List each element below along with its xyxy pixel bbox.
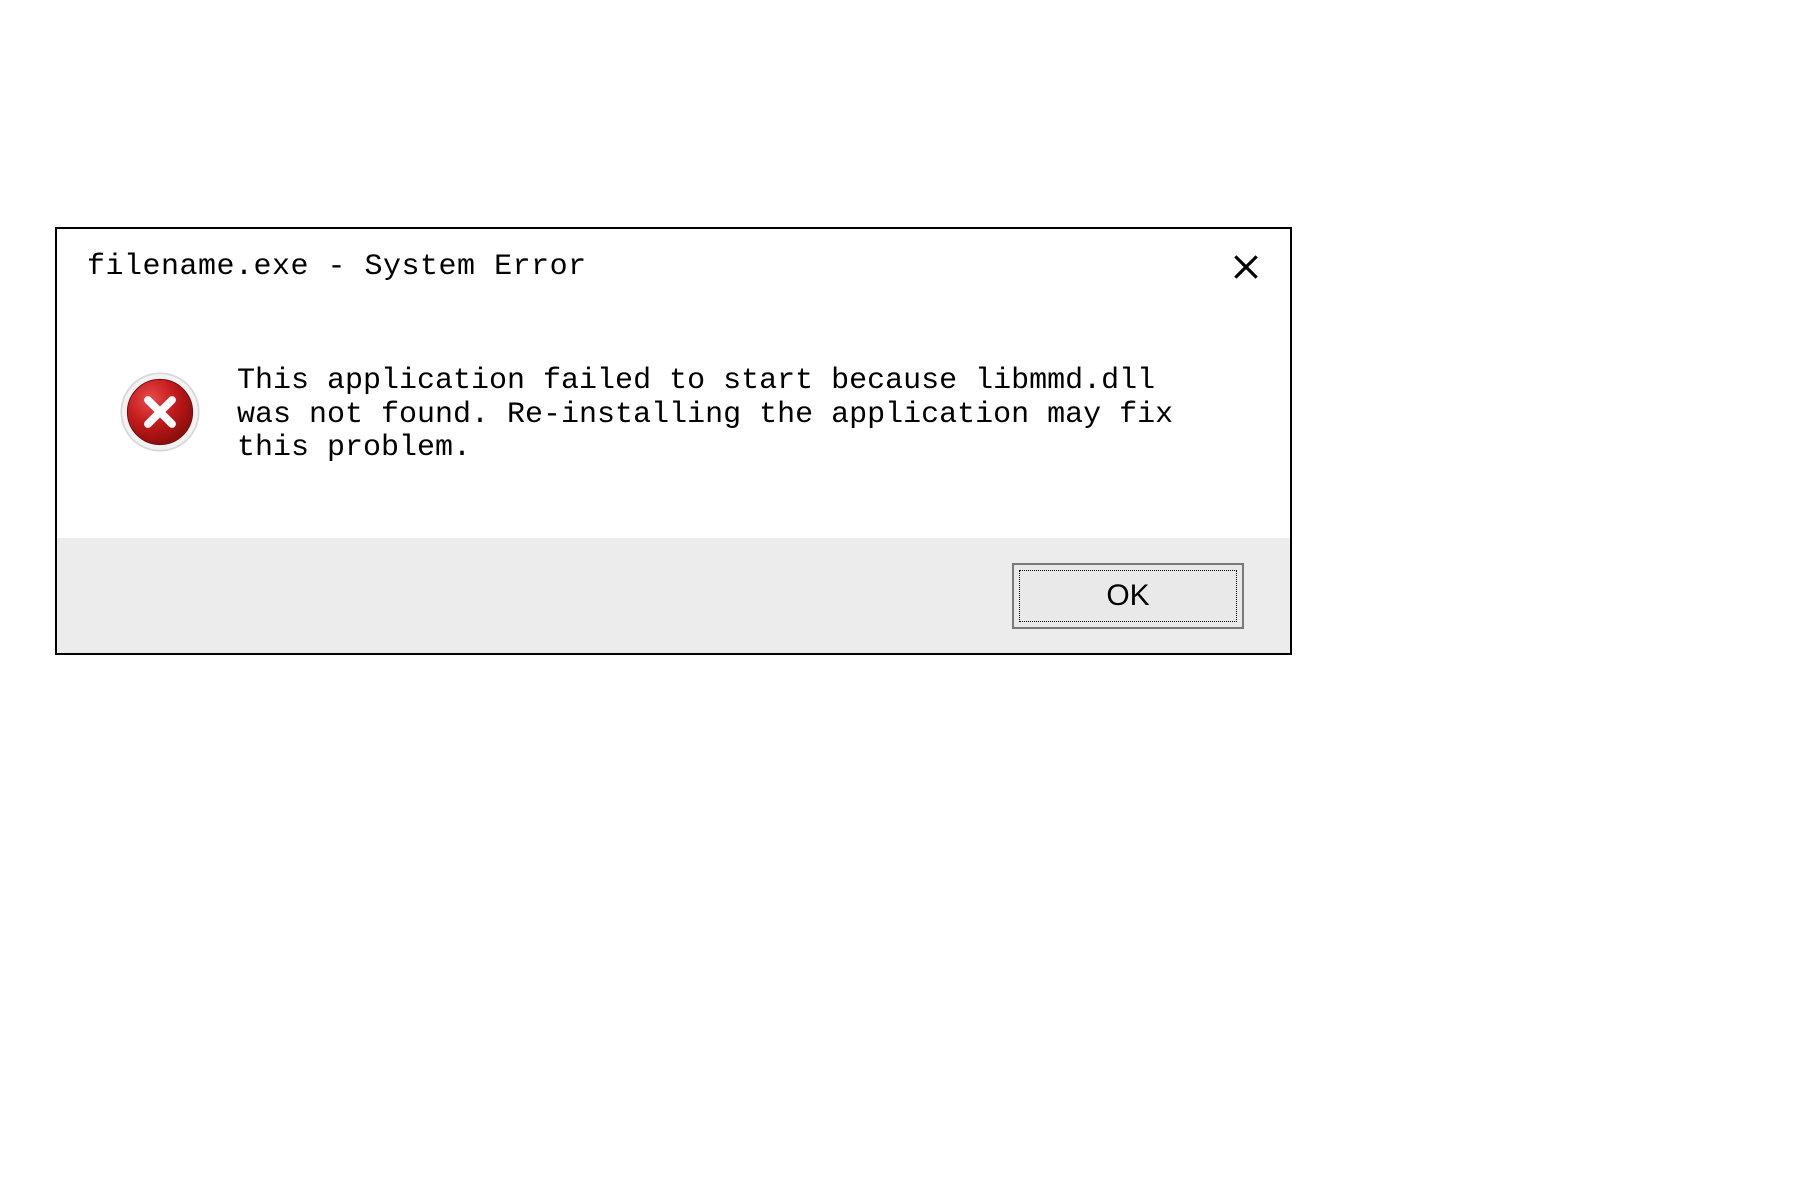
close-button[interactable] [1226,247,1266,287]
close-icon [1230,251,1262,283]
ok-button[interactable]: OK [1012,563,1244,629]
dialog-titlebar: filename.exe - System Error [57,229,1290,293]
ok-button-label: OK [1106,579,1149,613]
error-icon [117,369,203,455]
dialog-title: filename.exe - System Error [87,250,587,284]
error-dialog: filename.exe - System Error [55,227,1292,655]
dialog-content: This application failed to start because… [57,293,1290,538]
error-message: This application failed to start because… [237,365,1230,466]
dialog-footer: OK [57,538,1290,653]
